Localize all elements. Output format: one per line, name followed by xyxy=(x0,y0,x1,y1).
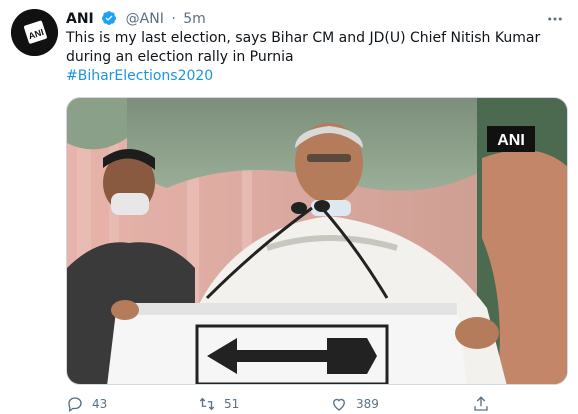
retweet-icon xyxy=(199,397,215,411)
tweet-body: This is my last election, says Bihar CM … xyxy=(66,30,541,65)
author-handle[interactable]: @ANI xyxy=(126,11,164,27)
retweet-count: 51 xyxy=(224,397,240,411)
tweet-text: This is my last election, says Bihar CM … xyxy=(66,29,566,86)
author-name[interactable]: ANI xyxy=(66,11,94,27)
separator-dot: · xyxy=(171,11,176,27)
reply-icon xyxy=(68,397,82,413)
more-options-icon[interactable] xyxy=(546,10,564,28)
tweet-media-image[interactable]: ANI xyxy=(66,97,568,385)
share-icon xyxy=(474,396,488,411)
reply-button[interactable]: 43 xyxy=(66,394,107,414)
avatar[interactable]: ANI xyxy=(11,9,58,56)
tweet-header: ANI @ANI · 5m xyxy=(66,9,568,29)
like-count: 389 xyxy=(356,397,379,411)
share-button[interactable] xyxy=(472,394,498,414)
like-button[interactable]: 389 xyxy=(330,394,379,414)
reply-count: 43 xyxy=(92,397,108,411)
tweet-actions: 43 51 389 xyxy=(66,394,566,414)
media-watermark: ANI xyxy=(497,132,525,149)
tweet-card[interactable]: ANI ANI @ANI · 5m This is my last electi… xyxy=(0,0,578,413)
heart-icon xyxy=(333,398,345,411)
hashtag-link[interactable]: #BiharElections2020 xyxy=(66,67,566,86)
timestamp[interactable]: 5m xyxy=(183,11,206,27)
retweet-button[interactable]: 51 xyxy=(198,394,239,414)
